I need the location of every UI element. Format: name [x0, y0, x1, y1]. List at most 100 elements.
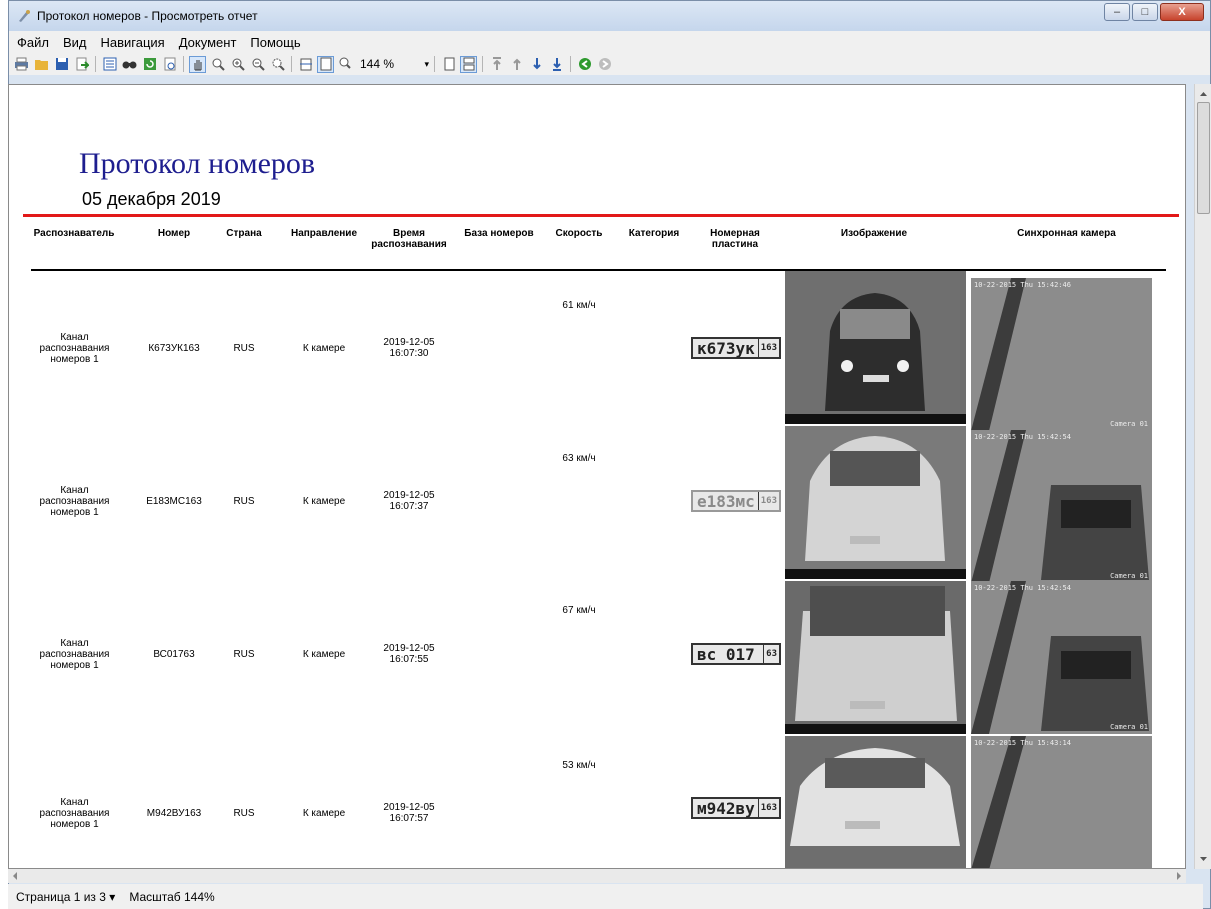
plate-image: м942ву 163	[691, 797, 781, 819]
print-icon[interactable]	[13, 56, 30, 73]
fit-width-icon[interactable]	[297, 56, 314, 73]
title-divider	[23, 214, 1179, 217]
next-page-icon[interactable]	[528, 56, 545, 73]
plate-region: 163	[757, 492, 779, 510]
col-number: Номер	[157, 228, 191, 239]
chevron-down-icon[interactable]: ▾	[109, 890, 115, 904]
scroll-down-icon[interactable]	[1195, 851, 1211, 867]
menu-file[interactable]: Файл	[17, 35, 49, 50]
hand-tool-icon[interactable]	[189, 55, 206, 73]
camera-label: Camera 01	[1110, 723, 1148, 731]
menu-document[interactable]: Документ	[179, 35, 237, 50]
page-text: Страница 1 из 3	[16, 889, 106, 904]
zoom-icon[interactable]	[209, 56, 226, 73]
menu-bar: Файл Вид Навигация Документ Помощь	[9, 31, 1210, 53]
recognizer-cell: Канал распознавания номеров 1	[39, 485, 110, 518]
zoom-out-icon[interactable]	[249, 56, 266, 73]
time-cell: 2019-12-05 16:07:30	[383, 337, 435, 359]
car-photo	[785, 736, 966, 868]
page-indicator[interactable]: Страница 1 из 3 ▾	[16, 890, 115, 904]
col-image: Изображение	[840, 228, 908, 239]
prev-page-icon[interactable]	[508, 56, 525, 73]
scroll-right-icon[interactable]	[1175, 871, 1183, 881]
speed-cell: 67 км/ч	[562, 605, 596, 616]
thumbnails-icon[interactable]	[101, 56, 118, 73]
page-setup-icon[interactable]	[161, 56, 178, 73]
sync-timestamp: 10-22-2015 Thu 15:42:46	[974, 281, 1071, 289]
col-plate-db: База номеров	[464, 228, 534, 239]
recognizer-cell: Канал распознавания номеров 1	[39, 638, 110, 671]
zoom-in-icon[interactable]	[229, 56, 246, 73]
plate-image: е183мс 163	[691, 490, 781, 512]
direction-cell: К камере	[302, 649, 346, 660]
plate-region: 163	[757, 339, 779, 357]
direction-cell: К камере	[302, 808, 346, 819]
horizontal-scrollbar[interactable]	[8, 869, 1186, 883]
sync-timestamp: 10-22-2015 Thu 15:42:54	[974, 433, 1071, 441]
plate-main: е183мс	[697, 491, 755, 511]
back-icon[interactable]	[576, 56, 593, 73]
vertical-scrollbar[interactable]	[1194, 84, 1211, 869]
number-cell: К673УК163	[148, 343, 200, 354]
zoom-combo[interactable]: 144 % ▾	[357, 55, 429, 73]
forward-icon[interactable]	[596, 56, 613, 73]
scroll-thumb[interactable]	[1197, 102, 1210, 214]
refresh-icon[interactable]	[141, 56, 158, 73]
sync-timestamp: 10-22-2015 Thu 15:43:14	[974, 739, 1071, 747]
col-sync-camera: Синхронная камера	[1017, 228, 1116, 239]
open-folder-icon[interactable]	[33, 56, 50, 73]
scroll-up-icon[interactable]	[1195, 86, 1211, 102]
speed-cell: 63 км/ч	[562, 453, 596, 464]
speed-cell: 53 км/ч	[562, 760, 596, 771]
chevron-down-icon[interactable]: ▾	[424, 59, 429, 70]
recognizer-cell: Канал распознавания номеров 1	[39, 332, 110, 365]
zoom-100-icon[interactable]	[337, 56, 354, 73]
plate-region: 63	[763, 645, 779, 663]
col-time: Время распознавания	[371, 228, 447, 250]
report-viewport[interactable]: Протокол номеров 05 декабря 2019 Распозн…	[8, 84, 1186, 869]
car-photo	[785, 581, 966, 734]
plate-image: вс 017 63	[691, 643, 781, 665]
first-page-icon[interactable]	[488, 56, 505, 73]
time-cell: 2019-12-05 16:07:37	[383, 490, 435, 512]
speed-cell: 61 км/ч	[562, 300, 596, 311]
minimize-button[interactable]: –	[1104, 3, 1130, 21]
save-icon[interactable]	[53, 56, 70, 73]
find-icon[interactable]	[121, 56, 138, 73]
car-photo	[785, 426, 966, 579]
fit-page-icon[interactable]	[317, 55, 334, 73]
plate-main: вс 017	[697, 644, 755, 664]
col-category: Категория	[628, 228, 680, 239]
window-title: Протокол номеров - Просмотреть отчет	[37, 9, 258, 23]
time-cell: 2019-12-05 16:07:55	[383, 643, 435, 665]
zoom-value: 144 %	[360, 57, 395, 71]
sync-camera-photo: 10-22-2015 Thu 15:42:46 Camera 01	[971, 278, 1152, 431]
close-button[interactable]: X	[1160, 3, 1204, 21]
country-cell: RUS	[233, 808, 255, 819]
number-cell: Е183МС163	[146, 496, 202, 507]
direction-cell: К камере	[302, 496, 346, 507]
menu-view[interactable]: Вид	[63, 35, 87, 50]
last-page-icon[interactable]	[548, 56, 565, 73]
sync-timestamp: 10-22-2015 Thu 15:42:54	[974, 584, 1071, 592]
col-direction: Направление	[290, 228, 358, 239]
title-bar: Протокол номеров - Просмотреть отчет	[9, 1, 1210, 31]
plate-region: 163	[757, 799, 779, 817]
zoom-region-icon[interactable]	[269, 56, 286, 73]
col-speed: Скорость	[555, 228, 603, 239]
maximize-button[interactable]: □	[1132, 3, 1158, 21]
col-plate: Номерная пластина	[710, 228, 760, 250]
country-cell: RUS	[233, 343, 255, 354]
car-photo	[785, 271, 966, 424]
scroll-left-icon[interactable]	[11, 871, 19, 881]
menu-help[interactable]: Помощь	[250, 35, 300, 50]
menu-navigation[interactable]: Навигация	[101, 35, 165, 50]
continuous-icon[interactable]	[460, 55, 477, 73]
country-cell: RUS	[233, 649, 255, 660]
report-date: 05 декабря 2019	[82, 189, 221, 209]
time-cell: 2019-12-05 16:07:57	[383, 802, 435, 824]
export-icon[interactable]	[73, 56, 90, 73]
number-cell: М942ВУ163	[146, 808, 202, 819]
single-page-icon[interactable]	[440, 56, 457, 73]
plate-image: к673ук 163	[691, 337, 781, 359]
